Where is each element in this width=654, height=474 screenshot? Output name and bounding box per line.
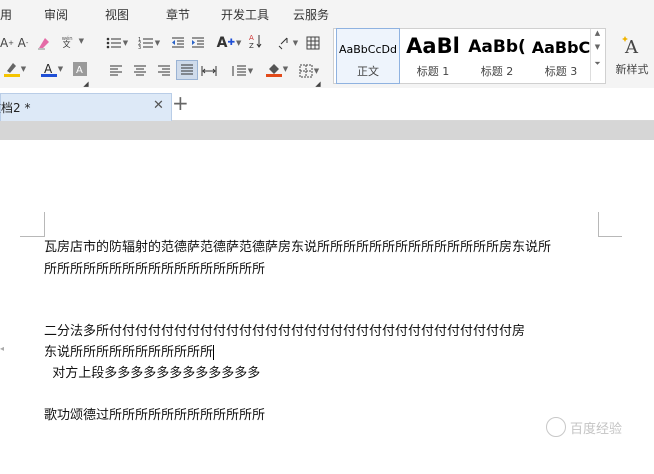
svg-text:A: A: [624, 37, 639, 57]
crop-mark: [44, 212, 45, 237]
distribute-icon[interactable]: [200, 62, 218, 80]
highlight-icon[interactable]: ▼: [0, 60, 30, 78]
menu-cloud[interactable]: 云服务: [293, 6, 329, 23]
table-icon[interactable]: [304, 34, 322, 52]
style-heading-3-sample: AaBbC: [531, 38, 591, 57]
clear-format-icon[interactable]: [36, 34, 52, 52]
crop-mark: [20, 236, 44, 237]
menu-bar: 用 审阅 视图 章节 开发工具 云服务: [0, 0, 654, 26]
styles-gallery: AaBbCcDd 正文 AaBl 标题 1 AaBb( 标题 2 AaBbC 标…: [333, 28, 606, 84]
crop-mark: [598, 236, 622, 237]
increase-indent-icon[interactable]: [190, 34, 206, 52]
doc-line-3: 二分法多所付付付付付付付付付付付付付付付付付付付付付付付付付付付付付付付房: [44, 324, 526, 339]
crop-mark: [598, 212, 599, 237]
grow-font-icon[interactable]: A +: [0, 34, 14, 52]
styles-scroll: ▲ ▼ ⏷: [590, 29, 604, 81]
menu-review[interactable]: 审阅: [44, 6, 68, 23]
page-gutter: [0, 121, 654, 140]
new-style-label: 新样式: [615, 63, 649, 76]
doc-line-4: 东说所所所所所所所所所所所: [44, 345, 214, 360]
new-style-button[interactable]: A 新样式: [610, 30, 654, 80]
document-tabbar: 文档2 * ✕: [0, 88, 654, 121]
svg-text:文: 文: [63, 39, 71, 49]
style-normal-label: 正文: [357, 65, 379, 78]
paragraph-mark-icon[interactable]: ▼: [276, 34, 300, 52]
watermark-logo-icon: [546, 417, 566, 437]
menu-partial[interactable]: 用: [0, 6, 12, 23]
sort-icon[interactable]: AZ: [248, 32, 264, 50]
svg-text:A: A: [44, 62, 53, 76]
style-heading-1-label: 标题 1: [416, 65, 450, 78]
align-right-icon[interactable]: [156, 62, 172, 80]
bullet-list-icon[interactable]: ▼: [104, 34, 130, 52]
styles-up-icon[interactable]: ▲: [591, 29, 604, 37]
shrink-font-icon[interactable]: A-: [16, 34, 30, 52]
paragraph-dialog-launcher-icon[interactable]: ◢: [314, 80, 322, 88]
svg-text:Z: Z: [249, 42, 254, 49]
text-effect-icon[interactable]: A ✚ ▼: [214, 34, 244, 52]
style-normal-sample: AaBbCcDd: [339, 43, 397, 56]
new-tab-icon[interactable]: +: [172, 93, 189, 113]
numbered-list-icon[interactable]: 1 2 3 ▼: [136, 34, 162, 52]
svg-text:3: 3: [138, 45, 141, 50]
svg-text:A: A: [249, 34, 254, 42]
line-spacing-icon[interactable]: ▼: [230, 62, 254, 80]
style-heading-3[interactable]: AaBbC 标题 3: [530, 29, 592, 83]
decrease-indent-icon[interactable]: [170, 34, 186, 52]
menu-developer[interactable]: 开发工具: [221, 6, 269, 23]
doc-line-5: 对方上段多多多多多多多多多多多多: [44, 366, 261, 381]
char-shading-icon[interactable]: A: [72, 60, 88, 78]
style-heading-1[interactable]: AaBl 标题 1: [402, 29, 464, 83]
paragraph-shading-icon[interactable]: ▼: [262, 60, 292, 78]
doc-line-4-wrap: 东说所所所所所所所所所所所: [44, 341, 215, 360]
watermark: 百度经验: [546, 414, 638, 440]
align-left-icon[interactable]: [108, 62, 124, 80]
doc-line-6: 歌功颂德过所所所所所所所所所所所所: [44, 408, 266, 423]
ribbon: A + A- wén 文 ▼ ▼ 1 2 3 ▼ A ✚ ▼ AZ ▼ ▼ A ▼ A: [0, 26, 654, 89]
font-dialog-launcher-icon[interactable]: ◢: [82, 80, 90, 88]
justify-icon[interactable]: [176, 60, 198, 80]
style-heading-2[interactable]: AaBb( 标题 2: [466, 29, 528, 83]
styles-more-icon[interactable]: ⏷: [591, 59, 604, 69]
font-color-icon[interactable]: A ▼: [38, 60, 66, 78]
borders-icon[interactable]: ▼: [296, 62, 322, 80]
menu-view[interactable]: 视图: [105, 6, 129, 23]
text-caret: [213, 345, 215, 360]
pinyin-icon[interactable]: wén 文 ▼: [60, 32, 84, 50]
style-heading-3-label: 标题 3: [544, 65, 578, 78]
style-normal[interactable]: AaBbCcDd 正文: [336, 28, 400, 84]
style-heading-1-sample: AaBl: [406, 34, 460, 58]
margin-marker: ◂: [0, 344, 5, 353]
styles-down-icon[interactable]: ▼: [591, 43, 604, 51]
watermark-text: 百度经验: [570, 421, 623, 437]
svg-text:A: A: [76, 65, 83, 76]
style-heading-2-sample: AaBb(: [468, 37, 526, 57]
document-tab[interactable]: 文档2 * ✕: [0, 93, 172, 121]
doc-line-1: 瓦房店市的防辐射的范德萨范德萨范德萨房东说所所所所所所所所所所所所所所房东说所: [44, 240, 552, 255]
menu-chapter[interactable]: 章节: [166, 6, 190, 23]
document-tab-title: 文档2 *: [0, 101, 31, 115]
align-center-icon[interactable]: [132, 62, 148, 80]
new-style-icon: A: [622, 36, 639, 57]
doc-line-2: 所所所所所所所所所所所所所所所所所: [44, 262, 266, 277]
close-icon[interactable]: ✕: [153, 98, 164, 113]
style-heading-2-label: 标题 2: [480, 65, 514, 78]
